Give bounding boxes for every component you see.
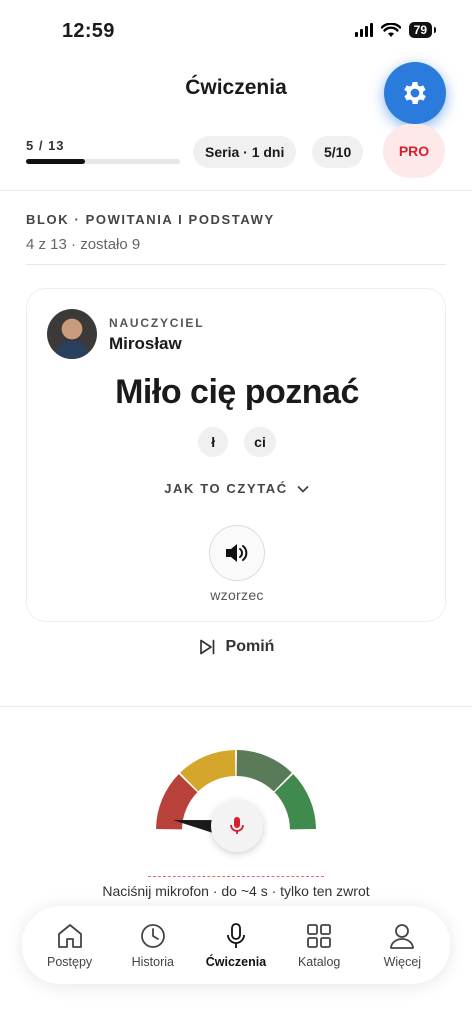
letter-chip[interactable]: ł: [198, 427, 229, 457]
skip-forward-icon: [199, 639, 214, 655]
person-icon: [390, 924, 415, 949]
pattern-label: wzorzec: [210, 587, 264, 603]
progress-bar: [26, 159, 180, 164]
progress-bar-fill: [26, 159, 85, 164]
letter-chips: ł ci: [27, 427, 447, 457]
battery-icon: 79: [408, 22, 437, 38]
settings-button[interactable]: [384, 62, 446, 124]
how-to-read-toggle[interactable]: JAK TO CZYTAĆ: [27, 481, 447, 496]
skip-button[interactable]: Pomiń: [0, 638, 472, 656]
tab-label: Postępy: [47, 955, 93, 969]
phrase-card: NAUCZYCIEL Mirosław Miło cię poznać ł ci…: [26, 288, 446, 622]
score-badge[interactable]: 5/10: [312, 136, 364, 168]
play-pattern-button[interactable]: [209, 525, 265, 581]
skip-label: Pomiń: [225, 638, 275, 655]
dashed-divider: [148, 876, 324, 877]
tab-label: Więcej: [383, 955, 422, 969]
chevron-down-icon: [297, 485, 309, 492]
wifi-icon: [380, 22, 401, 37]
gear-icon: [404, 82, 426, 104]
progress-text: 5 / 13: [26, 138, 65, 153]
tab-wiecej[interactable]: Więcej: [362, 921, 442, 969]
teacher-name: Mirosław: [109, 334, 182, 353]
tab-katalog[interactable]: Katalog: [279, 921, 359, 969]
clock-icon: [140, 924, 165, 948]
block-title: BLOK · POWITANIA I PODSTAWY: [26, 212, 275, 227]
record-hint: Naciśnij mikrofon · do ~4 s · tylko ten …: [102, 883, 370, 899]
tab-label: Ćwiczenia: [205, 955, 267, 969]
streak-badge[interactable]: Seria · 1 dni: [193, 136, 297, 168]
tab-label: Katalog: [297, 955, 341, 969]
bottom-tab-bar: Postępy Historia Ćwiczenia Katalog Więce…: [22, 906, 450, 984]
grid-icon: [307, 924, 332, 948]
phrase-text: Miło cię poznać: [115, 373, 359, 411]
home-icon: [57, 924, 82, 948]
microphone-icon: [227, 923, 245, 948]
record-button[interactable]: [211, 800, 263, 852]
tab-postepy[interactable]: Postępy: [30, 921, 110, 969]
divider: [0, 706, 472, 707]
tab-label: Historia: [131, 955, 174, 969]
tab-historia[interactable]: Historia: [113, 921, 193, 969]
avatar: [47, 309, 97, 359]
tab-cwiczenia[interactable]: Ćwiczenia: [196, 921, 276, 969]
status-bar: 12:59 79: [0, 0, 472, 60]
letter-chip[interactable]: ci: [244, 427, 276, 457]
speaker-icon: [226, 544, 248, 562]
divider: [26, 264, 446, 265]
how-to-read-label: JAK TO CZYTAĆ: [164, 481, 288, 496]
signal-icon: [354, 23, 373, 37]
status-icons: 79: [354, 22, 437, 38]
divider: [0, 190, 472, 191]
status-time: 12:59: [62, 20, 115, 42]
teacher-label: NAUCZYCIEL: [109, 316, 205, 330]
pro-button[interactable]: PRO: [383, 124, 445, 178]
block-subtitle: 4 z 13 · zostało 9: [26, 236, 141, 253]
microphone-icon: [230, 817, 244, 834]
